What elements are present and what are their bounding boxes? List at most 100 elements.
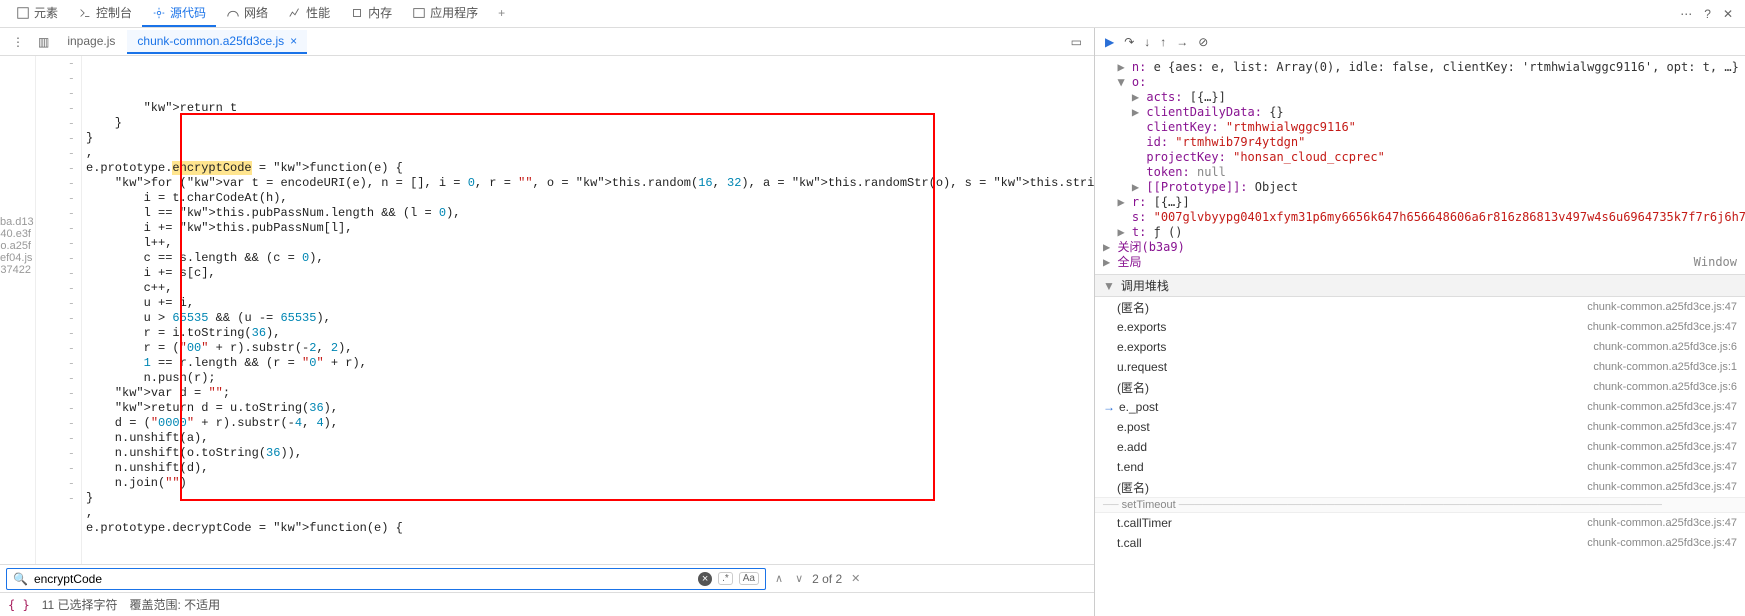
sidebar-file: o.a25f xyxy=(0,240,31,252)
regex-toggle[interactable]: .* xyxy=(718,572,733,585)
more-vert-icon[interactable]: ⋮ xyxy=(6,33,30,51)
callstack-row[interactable]: e.exportschunk-common.a25fd3ce.js:6 xyxy=(1095,337,1745,357)
code-line: "kw">return d = u.toString(36), xyxy=(86,401,1094,416)
clear-icon[interactable]: × xyxy=(698,572,712,586)
help-icon[interactable]: ? xyxy=(1698,3,1717,25)
code-line: c++, xyxy=(86,281,1094,296)
callstack-row[interactable]: →e._postchunk-common.a25fd3ce.js:47 xyxy=(1095,397,1745,417)
reader-icon[interactable]: ▭ xyxy=(1065,33,1088,51)
code-line: , xyxy=(86,506,1094,521)
tab-elements[interactable]: 元素 xyxy=(6,0,68,27)
scope-row[interactable]: id: "rtmhwib79r4ytdgn" xyxy=(1103,135,1737,150)
step-into-icon[interactable]: ↓ xyxy=(1144,35,1150,49)
code-line: n.unshift(o.toString(36)), xyxy=(86,446,1094,461)
case-toggle[interactable]: Aa xyxy=(739,572,759,585)
search-input[interactable] xyxy=(34,572,692,586)
scope-row[interactable]: ▼ o: xyxy=(1103,75,1737,90)
close-icon[interactable]: ✕ xyxy=(1717,3,1739,25)
tab-application[interactable]: 应用程序 xyxy=(402,0,488,27)
scope-row[interactable]: ▶ 全局 Window xyxy=(1103,255,1737,270)
tab-sources[interactable]: 源代码 xyxy=(142,0,216,27)
code-line: c == s.length && (c = 0), xyxy=(86,251,1094,266)
code-line: } xyxy=(86,491,1094,506)
callstack-header[interactable]: ▼ 调用堆栈 xyxy=(1095,274,1745,297)
coverage-info: 覆盖范围: 不适用 xyxy=(129,596,220,613)
scope-row[interactable]: s: "007glvbyypg0401xfym31p6my6656k647h65… xyxy=(1103,210,1737,225)
callstack-row[interactable]: u.requestchunk-common.a25fd3ce.js:1 xyxy=(1095,357,1745,377)
scope-row[interactable]: token: null xyxy=(1103,165,1737,180)
code-line: n.unshift(a), xyxy=(86,431,1094,446)
caret-down-icon: ▼ xyxy=(1103,279,1115,293)
scope-row[interactable]: ▶ 关闭(b3a9) xyxy=(1103,240,1737,255)
tab-label: 元素 xyxy=(34,4,58,21)
tab-console[interactable]: 控制台 xyxy=(68,0,142,27)
sidebar-file: ef04.js xyxy=(0,252,31,264)
format-icon[interactable]: { } xyxy=(8,598,30,612)
tab-label: 性能 xyxy=(306,4,330,21)
code-line: i += "kw">this.pubPassNum[l], xyxy=(86,221,1094,236)
code-line: } xyxy=(86,116,1094,131)
step-over-icon[interactable]: ↷ xyxy=(1124,35,1134,49)
search-field[interactable]: 🔍 × .* Aa xyxy=(6,568,766,590)
scope-panel[interactable]: ▶ n: e {aes: e, list: Array(0), idle: fa… xyxy=(1095,56,1745,274)
tab-label: 内存 xyxy=(368,4,392,21)
code-line: r = ("00" + r).substr(-2, 2), xyxy=(86,341,1094,356)
sources-pane: ⋮ ▥ inpage.js chunk-common.a25fd3ce.js× … xyxy=(0,28,1095,616)
more-icon[interactable]: ⋯ xyxy=(1674,3,1698,25)
callstack-row[interactable]: e.exportschunk-common.a25fd3ce.js:47 xyxy=(1095,317,1745,337)
deactivate-breakpoints-icon[interactable]: ⊘ xyxy=(1198,35,1208,49)
code-line: r = i.toString(36), xyxy=(86,326,1094,341)
code-line: i = t.charCodeAt(h), xyxy=(86,191,1094,206)
callstack-row[interactable]: t.callTimerchunk-common.a25fd3ce.js:47 xyxy=(1095,513,1745,533)
tab-memory[interactable]: 内存 xyxy=(340,0,402,27)
prev-match-icon[interactable]: ∧ xyxy=(772,572,786,585)
scope-row[interactable]: ▶ n: e {aes: e, list: Array(0), idle: fa… xyxy=(1103,60,1737,75)
close-search-icon[interactable]: ✕ xyxy=(848,572,863,585)
resume-icon[interactable]: ▶ xyxy=(1105,35,1114,49)
code-block[interactable]: "kw">return t }},e.prototype.encryptCode… xyxy=(82,56,1094,564)
scope-row[interactable]: ▶ clientDailyData: {} xyxy=(1103,105,1737,120)
code-line: } xyxy=(86,131,1094,146)
step-icon[interactable]: → xyxy=(1176,35,1188,49)
callstack-row[interactable]: e.postchunk-common.a25fd3ce.js:47 xyxy=(1095,417,1745,437)
callstack-row[interactable]: (匿名)chunk-common.a25fd3ce.js:47 xyxy=(1095,477,1745,497)
step-out-icon[interactable]: ↑ xyxy=(1160,35,1166,49)
code-line: u += i, xyxy=(86,296,1094,311)
navigator-icon[interactable]: ▥ xyxy=(32,33,55,51)
debug-toolbar: ▶ ↷ ↓ ↑ → ⊘ xyxy=(1095,28,1745,56)
callstack-row[interactable]: (匿名)chunk-common.a25fd3ce.js:47 xyxy=(1095,297,1745,317)
code-line: i += s[c], xyxy=(86,266,1094,281)
scope-row[interactable]: clientKey: "rtmhwialwggc9116" xyxy=(1103,120,1737,135)
code-line: d = ("0000" + r).substr(-4, 4), xyxy=(86,416,1094,431)
scope-row[interactable]: ▶ acts: [{…}] xyxy=(1103,90,1737,105)
callstack-list: (匿名)chunk-common.a25fd3ce.js:47e.exports… xyxy=(1095,297,1745,616)
sidebar-file: ba.d13 xyxy=(0,216,31,228)
tab-add[interactable]: + xyxy=(488,2,515,26)
scope-row[interactable]: projectKey: "honsan_cloud_ccprec" xyxy=(1103,150,1737,165)
next-match-icon[interactable]: ∨ xyxy=(792,572,806,585)
search-bar: 🔍 × .* Aa ∧ ∨ 2 of 2 ✕ xyxy=(0,564,1094,592)
file-tab-inpage[interactable]: inpage.js xyxy=(57,30,125,54)
callstack-row[interactable]: t.endchunk-common.a25fd3ce.js:47 xyxy=(1095,457,1745,477)
scope-row[interactable]: ▶ t: ƒ () xyxy=(1103,225,1737,240)
callstack-row[interactable]: e.addchunk-common.a25fd3ce.js:47 xyxy=(1095,437,1745,457)
callstack-row[interactable]: t.callchunk-common.a25fd3ce.js:47 xyxy=(1095,533,1745,553)
file-tab-chunk[interactable]: chunk-common.a25fd3ce.js× xyxy=(127,30,307,54)
tab-performance[interactable]: 性能 xyxy=(278,0,340,27)
code-line: n.join("") xyxy=(86,476,1094,491)
code-line: "kw">var d = ""; xyxy=(86,386,1094,401)
selection-info: 11 已选择字符 xyxy=(42,596,118,613)
callstack-row[interactable]: (匿名)chunk-common.a25fd3ce.js:6 xyxy=(1095,377,1745,397)
scope-row[interactable]: ▶ [[Prototype]]: Object xyxy=(1103,180,1737,195)
gutter: ------------------------------ xyxy=(36,56,82,564)
close-icon[interactable]: × xyxy=(290,34,297,48)
code-line: l++, xyxy=(86,236,1094,251)
callstack-group: ── setTimeout ──────────────────────────… xyxy=(1095,497,1745,513)
tab-label: 控制台 xyxy=(96,4,132,21)
tab-network[interactable]: 网络 xyxy=(216,0,278,27)
code-line: l == "kw">this.pubPassNum.length && (l =… xyxy=(86,206,1094,221)
scope-row[interactable]: ▶ r: [{…}] xyxy=(1103,195,1737,210)
tab-label: 源代码 xyxy=(170,4,206,21)
sidebar-file: 37422 xyxy=(0,264,31,276)
code-line: "kw">return t xyxy=(86,101,1094,116)
